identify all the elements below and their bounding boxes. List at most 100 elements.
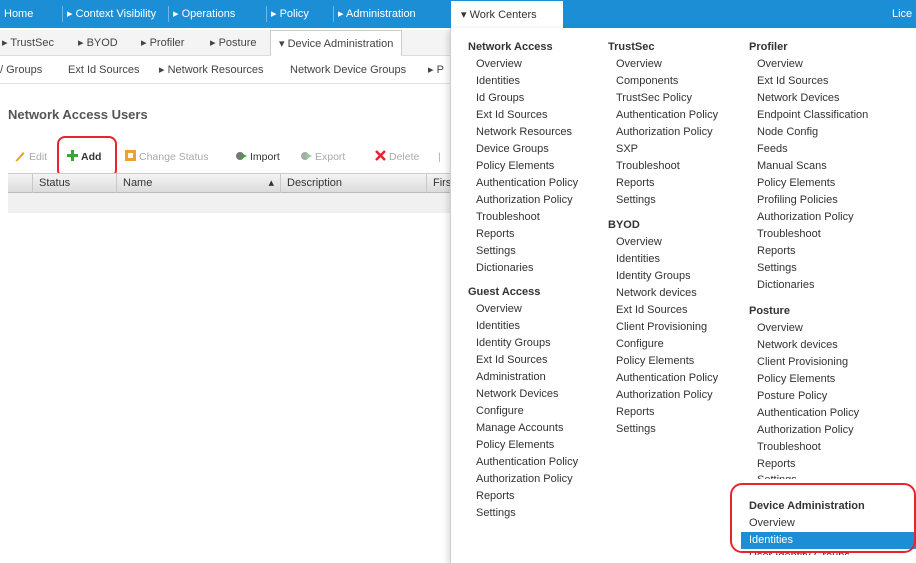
column-name[interactable]: Name ▴ (116, 174, 280, 193)
menu-item-identity-groups[interactable]: Identity Groups (468, 335, 578, 352)
toolbar-more[interactable]: | (438, 148, 441, 166)
menu-item-profiling-policies[interactable]: Profiling Policies (749, 192, 868, 209)
menu-item-settings[interactable]: Settings (749, 260, 868, 277)
menu-item-id-groups[interactable]: Id Groups (468, 90, 578, 107)
menu-item-administration[interactable]: Administration (468, 369, 578, 386)
tab-policy[interactable]: ▸ Policy (271, 0, 309, 28)
menu-item-dictionaries[interactable]: Dictionaries (468, 260, 578, 277)
subtab-profiler[interactable]: ▸ Profiler (141, 30, 184, 56)
menu-item-components[interactable]: Components (608, 73, 718, 90)
menu-item-feeds[interactable]: Feeds (749, 141, 868, 158)
menu-item-authorization-policy[interactable]: Authorization Policy (608, 387, 718, 404)
subtab-device-administration[interactable]: ▾ Device Administration (270, 30, 403, 56)
menu-item-network-resources[interactable]: Network Resources (468, 124, 578, 141)
column-first-name[interactable]: Firs (426, 174, 451, 193)
menu-item-configure[interactable]: Configure (608, 336, 718, 353)
menu-item-identity-groups[interactable]: Identity Groups (608, 268, 718, 285)
menu-item-policy-elements[interactable]: Policy Elements (608, 353, 718, 370)
menu-item-settings[interactable]: Settings (608, 421, 718, 438)
menu-item-policy-elements[interactable]: Policy Elements (749, 371, 859, 388)
menu-item-ext-id-sources[interactable]: Ext Id Sources (608, 302, 718, 319)
column-description[interactable]: Description (280, 174, 426, 193)
menu-item-network-devices[interactable]: Network Devices (468, 386, 578, 403)
column-status[interactable]: Status (32, 174, 116, 193)
menu-item-settings[interactable]: Settings (608, 192, 718, 209)
import-icon (235, 149, 248, 162)
menu-item-dictionaries[interactable]: Dictionaries (749, 277, 868, 294)
menu-item-authorization-policy[interactable]: Authorization Policy (468, 192, 578, 209)
menu-item-authorization-policy[interactable]: Authorization Policy (749, 209, 868, 226)
menu-item-manage-accounts[interactable]: Manage Accounts (468, 420, 578, 437)
menu-item-authentication-policy[interactable]: Authentication Policy (608, 370, 718, 387)
menu-item-device-groups[interactable]: Device Groups (468, 141, 578, 158)
menu-item-authorization-policy[interactable]: Authorization Policy (608, 124, 718, 141)
menu-item-authorization-policy[interactable]: Authorization Policy (468, 471, 578, 488)
menu-item-ext-id-sources[interactable]: Ext Id Sources (468, 107, 578, 124)
change-status-button[interactable]: Change Status (124, 148, 208, 166)
menu-item-reports[interactable]: Reports (749, 243, 868, 260)
tab-operations[interactable]: ▸ Operations (173, 0, 235, 28)
menu-item-overview[interactable]: Overview (749, 320, 859, 337)
menu-item-reports[interactable]: Reports (608, 175, 718, 192)
menu-network-device-groups[interactable]: Network Device Groups (290, 56, 406, 84)
menu-item-identities[interactable]: Identities (468, 318, 578, 335)
menu-item-troubleshoot[interactable]: Troubleshoot (749, 226, 868, 243)
menu-item-network-devices[interactable]: Network Devices (749, 90, 868, 107)
menu-item-authentication-policy[interactable]: Authentication Policy (468, 454, 578, 471)
tab-home[interactable]: Home (4, 0, 33, 28)
menu-item-identities[interactable]: Identities (608, 251, 718, 268)
menu-p-more[interactable]: ▸ P (428, 56, 444, 84)
menu-item-reports[interactable]: Reports (608, 404, 718, 421)
menu-network-resources[interactable]: ▸ Network Resources (159, 56, 264, 84)
menu-item-troubleshoot[interactable]: Troubleshoot (749, 439, 859, 456)
menu-item-overview[interactable]: Overview (608, 56, 718, 73)
menu-item-sxp[interactable]: SXP (608, 141, 718, 158)
menu-item-authentication-policy[interactable]: Authentication Policy (608, 107, 718, 124)
menu-item-configure[interactable]: Configure (468, 403, 578, 420)
menu-item-manual-scans[interactable]: Manual Scans (749, 158, 868, 175)
export-button[interactable]: Export (300, 148, 345, 166)
subtab-posture[interactable]: ▸ Posture (210, 30, 257, 56)
subtab-byod[interactable]: ▸ BYOD (78, 30, 118, 56)
menu-item-troubleshoot[interactable]: Troubleshoot (608, 158, 718, 175)
menu-item-policy-elements[interactable]: Policy Elements (468, 158, 578, 175)
menu-item-ext-id-sources[interactable]: Ext Id Sources (749, 73, 868, 90)
menu-item-identities[interactable]: Identities (468, 73, 578, 90)
menu-item-overview[interactable]: Overview (468, 56, 578, 73)
menu-item-node-config[interactable]: Node Config (749, 124, 868, 141)
edit-button[interactable]: Edit (14, 148, 47, 166)
tab-administration[interactable]: ▸ Administration (338, 0, 416, 28)
menu-item-network-devices[interactable]: Network devices (749, 337, 859, 354)
delete-button[interactable]: Delete (374, 148, 419, 166)
menu-item-settings[interactable]: Settings (749, 473, 859, 479)
menu-groups[interactable]: / Groups (0, 56, 42, 84)
menu-item-endpoint-classification[interactable]: Endpoint Classification (749, 107, 868, 124)
menu-item-overview[interactable]: Overview (749, 56, 868, 73)
menu-item-authentication-policy[interactable]: Authentication Policy (468, 175, 578, 192)
menu-item-reports[interactable]: Reports (749, 456, 859, 473)
menu-item-policy-elements[interactable]: Policy Elements (468, 437, 578, 454)
menu-item-reports[interactable]: Reports (468, 226, 578, 243)
menu-item-ext-id-sources[interactable]: Ext Id Sources (468, 352, 578, 369)
menu-item-settings[interactable]: Settings (468, 243, 578, 260)
menu-item-client-provisioning[interactable]: Client Provisioning (749, 354, 859, 371)
sort-asc-icon: ▴ (268, 177, 274, 189)
menu-item-trustsec-policy[interactable]: TrustSec Policy (608, 90, 718, 107)
tab-work-centers[interactable]: ▾ Work Centers (450, 0, 564, 30)
menu-item-network-devices[interactable]: Network devices (608, 285, 718, 302)
menu-item-authentication-policy[interactable]: Authentication Policy (749, 405, 859, 422)
menu-item-settings[interactable]: Settings (468, 505, 578, 522)
menu-item-reports[interactable]: Reports (468, 488, 578, 505)
menu-item-overview[interactable]: Overview (608, 234, 718, 251)
menu-item-posture-policy[interactable]: Posture Policy (749, 388, 859, 405)
menu-item-overview[interactable]: Overview (468, 301, 578, 318)
menu-item-authorization-policy[interactable]: Authorization Policy (749, 422, 859, 439)
tab-context-visibility[interactable]: ▸ Context Visibility (67, 0, 156, 28)
tab-licensing[interactable]: Lice (892, 0, 912, 28)
subtab-trustsec[interactable]: ▸ TrustSec (2, 30, 54, 56)
import-button[interactable]: Import (235, 148, 280, 166)
menu-item-client-provisioning[interactable]: Client Provisioning (608, 319, 718, 336)
menu-ext-id-sources[interactable]: Ext Id Sources (68, 56, 140, 84)
menu-item-troubleshoot[interactable]: Troubleshoot (468, 209, 578, 226)
menu-item-policy-elements[interactable]: Policy Elements (749, 175, 868, 192)
